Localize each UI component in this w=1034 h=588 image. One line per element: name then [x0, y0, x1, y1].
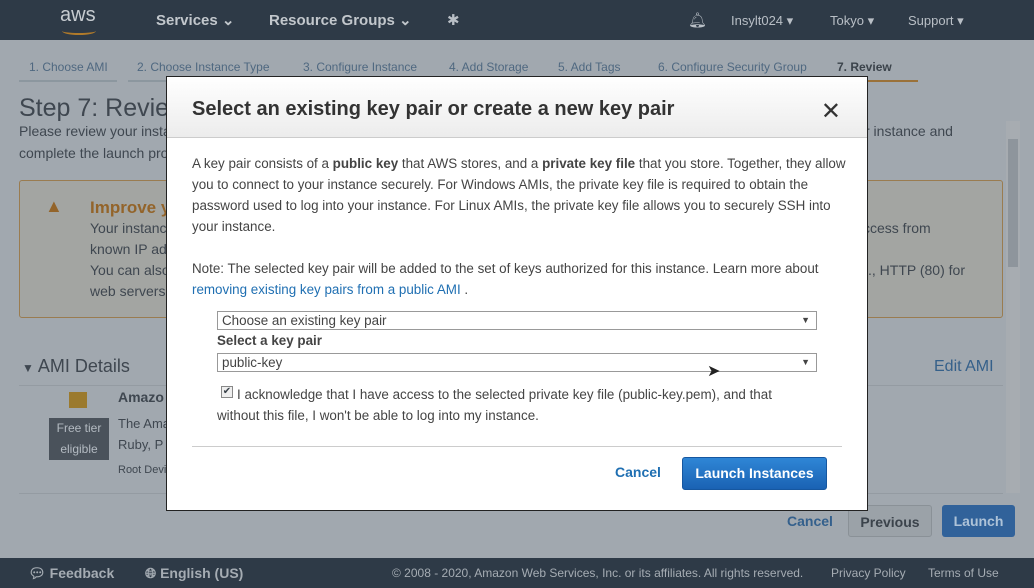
- cube-icon: [69, 392, 87, 408]
- feedback-link[interactable]: 💬︎ Feedback: [28, 565, 114, 582]
- warning-text: ., HTTP (80) for: [868, 262, 965, 278]
- step-7-active[interactable]: 7. Review: [837, 60, 892, 74]
- top-nav: aws Services ⌄ Resource Groups ⌄ ✱ 🔔︎ In…: [0, 0, 1034, 40]
- step-5[interactable]: 5. Add Tags: [558, 60, 621, 74]
- launch-instances-button[interactable]: Launch Instances: [682, 457, 827, 490]
- region-label: Tokyo: [830, 13, 864, 28]
- ami-name: Amazo: [118, 389, 164, 405]
- divider: [192, 446, 842, 447]
- active-step-underline: [866, 80, 918, 82]
- key-pair-mode-select[interactable]: Choose an existing key pair ▼: [217, 311, 817, 330]
- text: .: [460, 282, 469, 297]
- step-underline: [19, 80, 117, 82]
- step-2[interactable]: 2. Choose Instance Type: [137, 60, 270, 74]
- intro-text-end: r instance and: [865, 123, 953, 139]
- pin-icon[interactable]: ✱: [447, 11, 460, 29]
- scrollbar-thumb[interactable]: [1008, 139, 1018, 267]
- terms-link[interactable]: Terms of Use: [928, 566, 999, 580]
- text: A key pair consists of a: [192, 156, 333, 171]
- warning-text: known IP ad: [90, 241, 167, 257]
- step-3[interactable]: 3. Configure Instance: [303, 60, 417, 74]
- dialog-cancel-button[interactable]: Cancel: [615, 464, 661, 480]
- warning-text: Your instanc: [90, 220, 167, 236]
- support-menu[interactable]: Support ▾: [908, 13, 964, 29]
- select-value: Choose an existing key pair: [222, 313, 387, 328]
- removing-key-pairs-link[interactable]: removing existing key pairs from a publi…: [192, 282, 461, 297]
- privacy-link[interactable]: Privacy Policy: [831, 566, 906, 580]
- dialog-header: Select an existing key pair or create a …: [167, 77, 867, 138]
- key-pair-description: A key pair consists of a public key that…: [192, 153, 852, 237]
- free-tier-badge: Free tier eligible: [49, 418, 109, 460]
- aws-logo-smile: [62, 27, 96, 35]
- dropdown-arrow-icon: ▼: [801, 315, 810, 325]
- text: Note: The selected key pair will be adde…: [192, 261, 819, 276]
- ami-desc: Ruby, P: [118, 437, 164, 452]
- key-pair-dialog: Select an existing key pair or create a …: [166, 76, 868, 511]
- text: that AWS stores, and a: [398, 156, 543, 171]
- step-underline: [128, 80, 168, 82]
- acknowledge-text: I acknowledge that I have access to the …: [217, 387, 772, 423]
- step-4[interactable]: 4. Add Storage: [449, 60, 528, 74]
- launch-button[interactable]: Launch: [942, 505, 1015, 537]
- page-title: Step 7: Review: [19, 94, 188, 122]
- user-label: Insylt024: [731, 13, 784, 28]
- key-pair-select[interactable]: public-key ▼: [217, 353, 817, 372]
- warning-text: web servers: [90, 283, 166, 299]
- services-menu[interactable]: Services ⌄: [156, 11, 234, 29]
- note-text: Note: The selected key pair will be adde…: [192, 258, 852, 300]
- bell-icon[interactable]: 🔔︎: [688, 11, 707, 29]
- resource-groups-menu[interactable]: Resource Groups ⌄: [269, 11, 412, 29]
- text-bold: public key: [332, 156, 399, 171]
- feedback-label: Feedback: [49, 565, 115, 581]
- text-bold: private key file: [542, 156, 636, 171]
- dialog-title: Select an existing key pair or create a …: [192, 98, 675, 120]
- mouse-cursor-icon: ➤: [707, 363, 721, 380]
- resource-groups-label: Resource Groups: [269, 12, 395, 29]
- language-selector[interactable]: 🌐︎ English (US): [145, 565, 243, 582]
- warning-text: ccess from: [863, 220, 931, 236]
- copyright: © 2008 - 2020, Amazon Web Services, Inc.…: [392, 566, 804, 580]
- footer: 💬︎ Feedback 🌐︎ English (US) © 2008 - 202…: [0, 558, 1034, 588]
- caret-down-icon: ▼: [22, 361, 34, 375]
- intro-text-2: complete the launch pro: [19, 145, 169, 161]
- ami-section-title: AMI Details: [37, 356, 130, 376]
- step-1[interactable]: 1. Choose AMI: [29, 60, 108, 74]
- aws-logo[interactable]: aws: [60, 4, 96, 27]
- language-label: English (US): [160, 565, 244, 581]
- edit-ami-link[interactable]: Edit AMI: [934, 356, 994, 377]
- intro-text: Please review your insta: [19, 123, 171, 139]
- dropdown-arrow-icon: ▼: [801, 357, 810, 367]
- user-menu[interactable]: Insylt024 ▾: [731, 13, 793, 29]
- close-icon[interactable]: ✕: [821, 97, 841, 126]
- ami-desc: The Ama: [118, 416, 171, 431]
- warning-title: Improve y: [90, 198, 171, 217]
- root-device: Root Devi: [118, 464, 167, 476]
- ami-section-toggle[interactable]: ▼ AMI Details: [22, 356, 130, 379]
- warning-icon: ▲: [45, 196, 63, 216]
- support-label: Support: [908, 13, 954, 28]
- select-value: public-key: [222, 355, 283, 370]
- warning-text: You can also: [90, 262, 170, 278]
- key-pair-label: Select a key pair: [217, 333, 322, 348]
- region-menu[interactable]: Tokyo ▾: [830, 13, 874, 29]
- services-label: Services: [156, 12, 218, 29]
- step-6[interactable]: 6. Configure Security Group: [658, 60, 807, 74]
